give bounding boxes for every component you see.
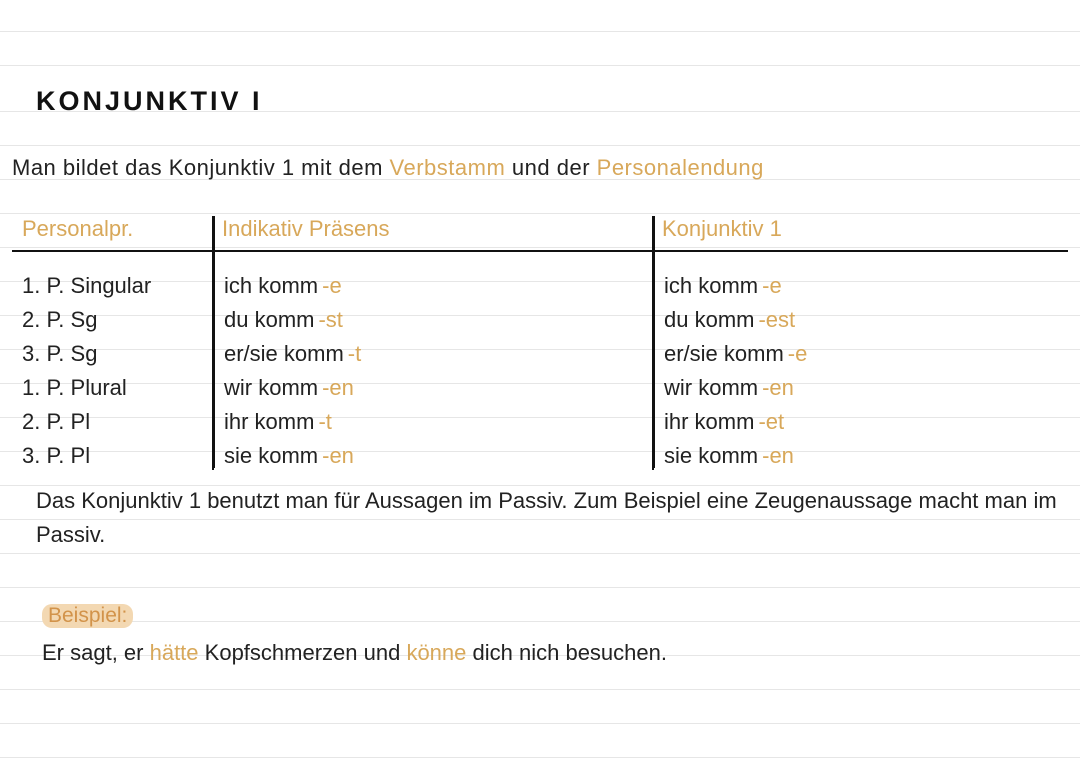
table-row: wir komm-en [664, 374, 1058, 402]
verb-suffix: -est [754, 307, 795, 332]
example-highlight-2: könne [406, 640, 466, 665]
table-row: 1. P. Plural [22, 374, 202, 402]
table-row: sie komm-en [664, 442, 1058, 470]
table-row: wir komm-en [224, 374, 642, 402]
verb-suffix: -en [758, 375, 794, 400]
verb-stem: er/sie komm [224, 341, 344, 366]
page-title: KONJUNKTIV I [36, 86, 263, 117]
verb-suffix: -en [318, 443, 354, 468]
conjugation-table: Personalpr. Indikativ Präsens Konjunktiv… [12, 216, 1068, 470]
verb-stem: sie komm [224, 443, 318, 468]
verb-stem: ihr komm [664, 409, 754, 434]
table-hrule [12, 250, 1068, 252]
verb-suffix: -t [314, 409, 331, 434]
intro-highlight-2: Personalendung [597, 155, 764, 180]
example-text-c: dich nich besuchen. [473, 640, 667, 665]
explanation-text: Das Konjunktiv 1 benutzt man für Aussage… [36, 484, 1060, 552]
table-row: ich komm-e [664, 272, 1058, 300]
verb-stem: ich komm [224, 273, 318, 298]
intro-text-a: Man bildet das Konjunktiv 1 mit dem [12, 155, 390, 180]
verb-stem: du komm [224, 307, 314, 332]
verb-suffix: -st [314, 307, 342, 332]
verb-suffix: -e [758, 273, 782, 298]
example-text-b: Kopfschmerzen und [205, 640, 407, 665]
table-vrule-2 [652, 216, 655, 468]
table-row: 2. P. Pl [22, 408, 202, 436]
verb-stem: sie komm [664, 443, 758, 468]
table-row: sie komm-en [224, 442, 642, 470]
verb-stem: wir komm [224, 375, 318, 400]
verb-stem: wir komm [664, 375, 758, 400]
verb-suffix: -en [318, 375, 354, 400]
table-row: ihr komm-t [224, 408, 642, 436]
verb-stem: ihr komm [224, 409, 314, 434]
table-vrule-1 [212, 216, 215, 468]
col-header-konjunktiv: Konjunktiv 1 [652, 216, 1068, 248]
intro-highlight-1: Verbstamm [390, 155, 506, 180]
intro-text-b: und der [512, 155, 597, 180]
col-konjunktiv: ich komm-e du komm-est er/sie komm-e wir… [652, 272, 1068, 470]
table-row: 2. P. Sg [22, 306, 202, 334]
col-indikativ: ich komm-e du komm-st er/sie komm-t wir … [212, 272, 652, 470]
verb-suffix: -en [758, 443, 794, 468]
table-row: er/sie komm-t [224, 340, 642, 368]
table-row: ihr komm-et [664, 408, 1058, 436]
table-row: er/sie komm-e [664, 340, 1058, 368]
table-row: 1. P. Singular [22, 272, 202, 300]
table-row: 3. P. Sg [22, 340, 202, 368]
verb-suffix: -e [784, 341, 808, 366]
col-header-personalpr: Personalpr. [12, 216, 212, 248]
verb-stem: ich komm [664, 273, 758, 298]
example-highlight-1: hätte [150, 640, 199, 665]
col-personalpr: 1. P. Singular 2. P. Sg 3. P. Sg 1. P. P… [12, 272, 212, 470]
table-row: 3. P. Pl [22, 442, 202, 470]
table-row: ich komm-e [224, 272, 642, 300]
verb-stem: du komm [664, 307, 754, 332]
table-header-row: Personalpr. Indikativ Präsens Konjunktiv… [12, 216, 1068, 248]
example-text-a: Er sagt, er [42, 640, 150, 665]
example-label: Beispiel: [42, 604, 133, 628]
example-sentence: Er sagt, er hätte Kopfschmerzen und könn… [42, 640, 1060, 666]
verb-suffix: -t [344, 341, 361, 366]
verb-suffix: -et [754, 409, 784, 434]
table-body: 1. P. Singular 2. P. Sg 3. P. Sg 1. P. P… [12, 272, 1068, 470]
intro-line: Man bildet das Konjunktiv 1 mit dem Verb… [12, 155, 1068, 181]
col-header-indikativ: Indikativ Präsens [212, 216, 652, 248]
example-label-highlight: Beispiel: [42, 604, 133, 628]
verb-suffix: -e [318, 273, 342, 298]
table-row: du komm-est [664, 306, 1058, 334]
verb-stem: er/sie komm [664, 341, 784, 366]
table-row: du komm-st [224, 306, 642, 334]
